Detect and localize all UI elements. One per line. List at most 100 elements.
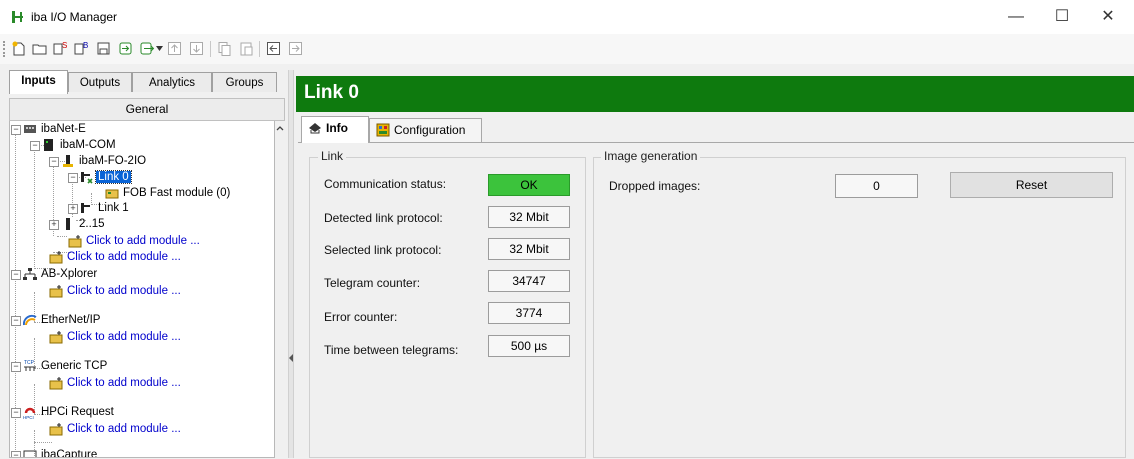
collapse-toggle[interactable]: −	[30, 141, 40, 151]
collapse-toggle[interactable]: −	[11, 408, 21, 418]
tree-item-link-0[interactable]: Link 0	[95, 169, 132, 185]
forward-icon[interactable]	[287, 40, 304, 57]
move-down-icon[interactable]	[188, 40, 205, 57]
device-icon	[44, 139, 53, 151]
new-icon[interactable]	[10, 40, 27, 57]
tab-groups[interactable]: Groups	[212, 72, 277, 92]
detected-protocol-value: 32 Mbit	[488, 206, 570, 228]
back-icon[interactable]	[265, 40, 282, 57]
add-module-icon	[49, 423, 63, 436]
tree-item-range[interactable]: 2..15	[77, 216, 107, 232]
collapse-toggle[interactable]: −	[11, 316, 21, 326]
tcp-icon: TCP	[24, 360, 36, 371]
collapse-toggle[interactable]: −	[11, 451, 21, 457]
general-bar[interactable]: General	[9, 98, 285, 121]
svg-text:S: S	[62, 41, 67, 50]
device-icon	[66, 218, 70, 230]
add-module-link[interactable]: Click to add module ...	[65, 421, 183, 437]
save-icon[interactable]	[95, 40, 112, 57]
collapse-toggle[interactable]: −	[11, 362, 21, 372]
tab-inputs[interactable]: Inputs	[9, 70, 68, 94]
collapse-toggle[interactable]: −	[68, 173, 78, 183]
collapse-left-icon[interactable]	[289, 354, 293, 362]
tree-item-generic-tcp[interactable]: Generic TCP	[39, 358, 109, 374]
add-module-icon	[49, 331, 63, 344]
selected-protocol-value: 32 Mbit	[488, 238, 570, 260]
image-generation-title: Image generation	[601, 149, 701, 163]
collapse-toggle[interactable]: −	[11, 270, 21, 280]
title-bar	[0, 0, 1134, 34]
svg-text:B: B	[83, 41, 88, 50]
telegram-counter-label: Telegram counter:	[324, 276, 421, 290]
network-hub-icon	[23, 268, 37, 280]
tree-item-fob-fast-module[interactable]: FOB Fast module (0)	[121, 185, 232, 201]
tab-outputs[interactable]: Outputs	[68, 72, 132, 92]
error-counter-label: Error counter:	[324, 310, 398, 324]
tree-item-ibanet-e[interactable]: ibaNet-E	[39, 121, 88, 137]
minimize-button[interactable]: —	[993, 0, 1039, 34]
time-between-telegrams-value: 500 µs	[488, 335, 570, 357]
fiber-module-icon	[63, 155, 73, 167]
communication-status-label: Communication status:	[324, 177, 447, 191]
tree-item-hpci-request[interactable]: HPCi Request	[39, 404, 116, 420]
add-module-icon	[68, 235, 82, 248]
add-module-link[interactable]: Click to add module ...	[65, 249, 183, 265]
panel-splitter[interactable]	[288, 70, 294, 458]
error-counter-value: 3774	[488, 302, 570, 324]
toolbar-grip[interactable]	[3, 41, 7, 57]
detected-protocol-label: Detected link protocol:	[324, 211, 443, 225]
copy-icon[interactable]	[216, 40, 233, 57]
add-module-link[interactable]: Click to add module ...	[65, 283, 183, 299]
close-button[interactable]: ✕	[1085, 0, 1131, 34]
hpci-icon: HPCI	[23, 407, 36, 419]
expand-toggle[interactable]: +	[68, 204, 78, 214]
add-module-icon	[49, 285, 63, 298]
image-generation-group	[593, 157, 1126, 458]
communication-status-value: OK	[488, 174, 570, 196]
tree-item-link-1[interactable]: Link 1	[96, 200, 131, 216]
dropped-images-value: 0	[835, 174, 918, 198]
import-icon[interactable]	[117, 40, 134, 57]
toolbar-separator	[210, 41, 211, 57]
tree-item-ibam-com[interactable]: ibaM-COM	[58, 137, 118, 153]
reset-button[interactable]: Reset	[950, 172, 1113, 198]
scroll-up-icon[interactable]	[276, 125, 284, 131]
tree-item-ethernet-ip[interactable]: EtherNet/IP	[39, 312, 102, 328]
page-title: Link 0	[304, 82, 359, 103]
time-between-telegrams-label: Time between telegrams:	[324, 343, 459, 357]
toolbar-separator	[259, 41, 260, 57]
collapse-toggle[interactable]: −	[49, 157, 59, 167]
link-group-title: Link	[318, 149, 347, 163]
export-s-icon[interactable]: S	[52, 40, 69, 57]
collapse-toggle[interactable]: −	[11, 125, 21, 135]
svg-text:TCP: TCP	[24, 360, 35, 366]
link-icon	[81, 203, 90, 213]
tab-info[interactable]: Info	[301, 116, 369, 143]
maximize-button[interactable]: ☐	[1039, 0, 1085, 34]
export-b-icon[interactable]: B	[73, 40, 90, 57]
add-module-link[interactable]: Click to add module ...	[65, 375, 183, 391]
move-up-icon[interactable]	[166, 40, 183, 57]
tree-scrollbar[interactable]	[275, 121, 285, 458]
expand-toggle[interactable]: +	[49, 220, 59, 230]
link-icon	[81, 172, 93, 184]
add-module-link[interactable]: Click to add module ...	[65, 329, 183, 345]
dropped-images-label: Dropped images:	[609, 179, 701, 193]
window-title: iba I/O Manager	[31, 10, 118, 24]
transfer-icon[interactable]	[139, 40, 156, 57]
open-folder-icon[interactable]	[31, 40, 48, 57]
info-icon	[309, 123, 321, 134]
tree-item-cut-off[interactable]: ibaCapture	[39, 447, 99, 457]
tab-configuration[interactable]: Configuration	[369, 118, 482, 142]
tree-item-ab-xplorer[interactable]: AB-Xplorer	[39, 266, 99, 282]
paste-icon[interactable]	[238, 40, 255, 57]
add-module-icon	[49, 251, 63, 264]
module-icon	[105, 189, 119, 199]
svg-text:HPCI: HPCI	[23, 415, 34, 419]
add-module-icon	[49, 377, 63, 390]
dropdown-arrow-icon[interactable]	[156, 46, 163, 51]
tree-item-ibam-fo-2io[interactable]: ibaM-FO-2IO	[77, 153, 148, 169]
ethernet-ip-icon	[23, 314, 37, 326]
add-module-link[interactable]: Click to add module ...	[84, 233, 202, 249]
tab-analytics[interactable]: Analytics	[132, 72, 212, 92]
